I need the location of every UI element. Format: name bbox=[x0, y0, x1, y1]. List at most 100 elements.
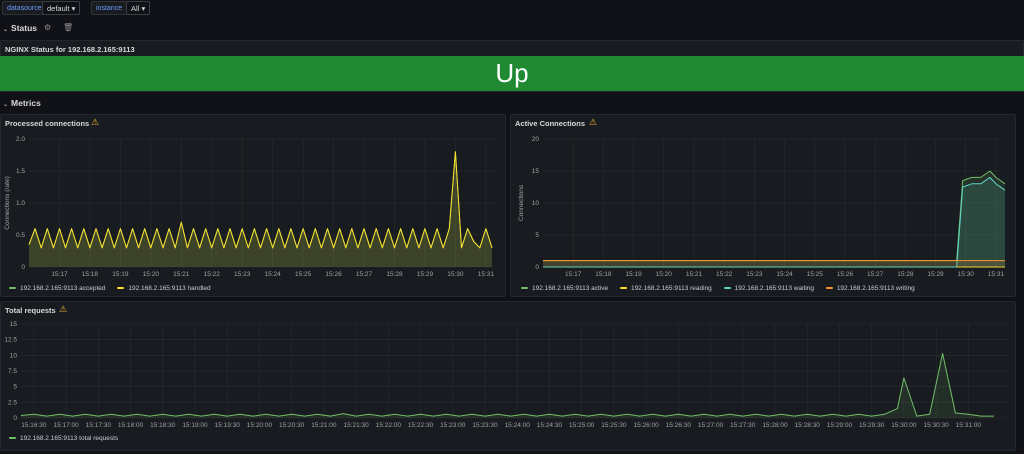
x-tick-label: 15:25 bbox=[295, 271, 312, 278]
warning-icon[interactable]: ⚠ bbox=[59, 304, 67, 315]
y-tick-label: 5 bbox=[13, 384, 17, 391]
x-tick-label: 15:25 bbox=[807, 271, 824, 278]
legend-item[interactable]: 192.168.2.165:9113 handled bbox=[117, 285, 211, 292]
variables-bar: datasource default ▾ instance All ▾ bbox=[0, 0, 1024, 17]
stat-value: Up bbox=[0, 56, 1024, 91]
x-tick-label: 15:16:30 bbox=[21, 422, 47, 429]
x-tick-label: 15:17:30 bbox=[86, 422, 112, 429]
x-tick-label: 15:23:00 bbox=[440, 422, 466, 429]
x-tick-label: 15:24:30 bbox=[537, 422, 563, 429]
x-tick-label: 15:28:30 bbox=[795, 422, 821, 429]
x-tick-label: 15:18:00 bbox=[118, 422, 144, 429]
active-connections-panel: Active Connections ⚠ 0 5 10 15 20 15:17 15:18 1… bbox=[510, 114, 1016, 297]
y-tick-label: 0 bbox=[13, 415, 17, 422]
row-status-title: Status bbox=[11, 23, 38, 33]
x-tick-label: 15:31 bbox=[478, 271, 495, 278]
row-metrics[interactable]: ⌄ Metrics bbox=[3, 98, 41, 108]
trash-icon[interactable]: 🗑 bbox=[63, 23, 73, 32]
x-tick-label: 15:29:00 bbox=[827, 422, 853, 429]
x-tick-label: 15:31 bbox=[988, 271, 1005, 278]
x-tick-label: 15:23 bbox=[234, 271, 251, 278]
row-status[interactable]: ⌄ Status bbox=[3, 23, 37, 33]
legend-item[interactable]: 192.168.2.165:9113 accepted bbox=[9, 285, 106, 292]
y-tick-label: 15 bbox=[10, 321, 18, 328]
processed-connections-panel: Processed connections ⚠ 0 0.5 1.0 1.5 2.0 15:… bbox=[0, 114, 506, 297]
x-tick-label: 15:19 bbox=[112, 271, 129, 278]
x-tick-label: 15:21 bbox=[686, 271, 703, 278]
x-tick-label: 15:17 bbox=[565, 271, 582, 278]
chevron-down-icon: ▾ bbox=[71, 4, 76, 13]
x-tick-label: 15:28 bbox=[386, 271, 403, 278]
active-legend: 192.168.2.165:9113 active 192.168.2.165:… bbox=[521, 285, 925, 292]
datasource-variable-select[interactable]: default ▾ bbox=[42, 1, 81, 15]
instance-value: All bbox=[131, 4, 140, 13]
legend-swatch bbox=[723, 287, 731, 290]
x-tick-label: 15:24:00 bbox=[505, 422, 531, 429]
x-tick-label: 15:22:00 bbox=[376, 422, 402, 429]
y-tick-label: 0 bbox=[21, 264, 25, 271]
x-tick-label: 15:23:30 bbox=[472, 422, 498, 429]
chevron-down-icon: ⌄ bbox=[3, 102, 9, 108]
x-tick-label: 15:29:30 bbox=[859, 422, 885, 429]
y-axis-label: Connections bbox=[518, 184, 525, 221]
total-requests-chart: 0 2.5 5 7.5 10 12.5 15 15:16:30 15:17:00 15:17:30… bbox=[4, 321, 1007, 429]
processed-panel-title: Processed connections bbox=[5, 119, 90, 128]
x-tick-label: 15:21:30 bbox=[343, 422, 369, 429]
x-tick-label: 15:27 bbox=[867, 271, 884, 278]
series-line bbox=[28, 151, 493, 249]
x-tick-label: 15:27:00 bbox=[698, 422, 724, 429]
y-tick-label: 1.0 bbox=[16, 200, 25, 207]
x-tick-label: 15:28:00 bbox=[762, 422, 788, 429]
y-tick-label: 1.5 bbox=[16, 168, 25, 175]
legend-item[interactable]: 192.168.2.165:9113 writing bbox=[825, 285, 915, 292]
stat-panel-title: NGINX Status for 192.168.2.165:9113 bbox=[5, 45, 135, 54]
x-tick-label: 15:30 bbox=[958, 271, 975, 278]
y-tick-label: 0 bbox=[535, 264, 539, 271]
legend-item[interactable]: 192.168.2.165:9113 active bbox=[521, 285, 608, 292]
y-tick-label: 20 bbox=[532, 136, 540, 143]
x-tick-label: 15:28 bbox=[897, 271, 914, 278]
x-tick-label: 15:19:30 bbox=[215, 422, 241, 429]
x-tick-label: 15:21:00 bbox=[311, 422, 337, 429]
gear-icon[interactable]: ⚙ bbox=[44, 23, 51, 32]
x-tick-label: 15:27 bbox=[356, 271, 373, 278]
x-tick-label: 15:19 bbox=[625, 271, 642, 278]
legend-item[interactable]: 192.168.2.165:9113 waiting bbox=[723, 285, 814, 292]
x-tick-label: 15:22 bbox=[204, 271, 221, 278]
chevron-down-icon: ⌄ bbox=[3, 27, 9, 33]
x-tick-label: 15:25:00 bbox=[569, 422, 595, 429]
legend-swatch bbox=[9, 287, 16, 290]
x-tick-label: 15:30 bbox=[447, 271, 464, 278]
x-tick-label: 15:29 bbox=[927, 271, 944, 278]
x-tick-label: 15:26 bbox=[837, 271, 854, 278]
x-tick-label: 15:18 bbox=[82, 271, 99, 278]
y-tick-label: 12.5 bbox=[4, 337, 17, 344]
legend-label: 192.168.2.165:9113 active bbox=[532, 285, 609, 292]
y-tick-label: 5 bbox=[535, 232, 539, 239]
processed-legend: 192.168.2.165:9113 accepted 192.168.2.16… bbox=[9, 285, 221, 292]
y-tick-label: 10 bbox=[532, 200, 540, 207]
total-requests-panel: Total requests ⚠ 0 2.5 5 7.5 10 12.5 15 15:16:3… bbox=[0, 301, 1016, 451]
active-connections-chart: 0 5 10 15 20 15:17 15:18 15:19 15:20 15:21 15:22 15… bbox=[518, 136, 1006, 278]
instance-variable-label: instance bbox=[91, 1, 128, 15]
y-tick-label: 0.5 bbox=[16, 232, 25, 239]
legend-item[interactable]: 192.168.2.165:9113 reading bbox=[619, 285, 712, 292]
x-tick-label: 15:21 bbox=[173, 271, 190, 278]
x-tick-label: 15:23 bbox=[746, 271, 763, 278]
x-tick-label: 15:17:00 bbox=[53, 422, 79, 429]
x-tick-label: 15:30:00 bbox=[891, 422, 917, 429]
x-tick-label: 15:25:30 bbox=[601, 422, 627, 429]
series-area bbox=[21, 353, 995, 418]
x-tick-label: 15:24 bbox=[265, 271, 282, 278]
instance-variable-select[interactable]: All ▾ bbox=[126, 1, 151, 15]
legend-item[interactable]: 192.168.2.165:9113 total requests bbox=[9, 435, 118, 442]
x-tick-label: 15:26:00 bbox=[633, 422, 659, 429]
row-metrics-title: Metrics bbox=[11, 98, 41, 108]
warning-icon[interactable]: ⚠ bbox=[589, 117, 597, 128]
x-tick-label: 15:20:00 bbox=[247, 422, 273, 429]
x-tick-label: 15:18:30 bbox=[150, 422, 176, 429]
datasource-value: default bbox=[47, 4, 70, 13]
warning-icon[interactable]: ⚠ bbox=[91, 117, 99, 128]
x-tick-label: 15:31:00 bbox=[956, 422, 982, 429]
x-tick-label: 15:19:00 bbox=[182, 422, 208, 429]
